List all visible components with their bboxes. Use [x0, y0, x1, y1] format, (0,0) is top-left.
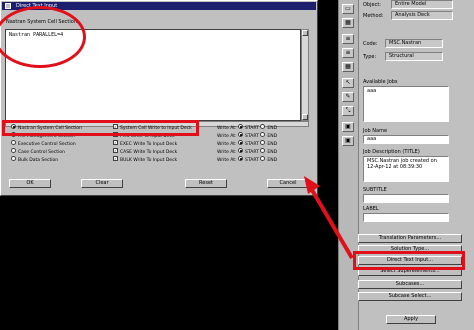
radio-label: Executive Control Section	[18, 142, 76, 147]
pencil-tool-icon[interactable]: ✎	[342, 92, 354, 102]
radio-off-icon	[11, 140, 16, 145]
scroll-down-arrow-icon[interactable]	[302, 114, 308, 120]
start-radio-icon[interactable]	[238, 140, 244, 145]
end-radio-icon[interactable]	[260, 132, 266, 137]
type-field[interactable]: Structural	[385, 52, 443, 61]
end-label: END	[267, 126, 278, 131]
write-at-label: Write At:	[217, 150, 237, 155]
select-tool-icon[interactable]: ▭	[342, 4, 354, 14]
checkbox-icon: ✓	[113, 148, 118, 153]
write-at-row: Write At: START END	[217, 156, 278, 165]
checkbox-icon: ✓	[113, 156, 118, 161]
scroll-up-arrow-icon[interactable]	[302, 30, 308, 36]
radio-off-icon	[11, 148, 16, 153]
end-label: END	[267, 142, 278, 147]
vertical-scrollbar[interactable]	[301, 29, 309, 121]
list-tool-icon[interactable]: ≡	[342, 48, 354, 58]
checkbox-label: EXEC Write To Input Deck	[120, 142, 178, 147]
label-input[interactable]	[363, 213, 449, 222]
check-exec-write[interactable]: ✓ EXEC Write To Input Deck	[113, 140, 178, 149]
cursor-tool-icon[interactable]: ⤡	[342, 106, 354, 116]
radio-executive-control[interactable]: Executive Control Section	[11, 140, 76, 149]
method-select[interactable]: Analysis Deck	[391, 11, 453, 20]
label-label: LABEL	[363, 206, 379, 212]
start-radio-icon[interactable]	[238, 148, 244, 153]
radio-bulk-data[interactable]: Bulk Data Section	[11, 156, 59, 165]
list-tool-icon[interactable]: ≡	[342, 34, 354, 44]
start-radio-icon[interactable]	[238, 156, 244, 161]
end-radio-icon[interactable]	[260, 140, 266, 145]
write-at-label: Write At:	[217, 134, 237, 139]
start-radio-icon[interactable]	[238, 132, 244, 137]
end-radio-icon[interactable]	[260, 148, 266, 153]
checkbox-icon: ✓	[113, 140, 118, 145]
subtitle-input[interactable]	[363, 194, 449, 203]
write-at-row: Write At: START END	[217, 124, 278, 133]
radio-label: Case Control Section	[18, 150, 65, 155]
start-label: START	[245, 150, 259, 155]
radio-off-icon	[11, 156, 16, 161]
job-description-input[interactable]: MSC.Nastran job created on 12-Apr-12 at …	[363, 156, 449, 182]
ok-button[interactable]: OK	[9, 179, 51, 188]
available-jobs-list[interactable]: aaa	[363, 86, 449, 122]
end-label: END	[267, 134, 278, 139]
start-label: START	[245, 142, 259, 147]
subcase-select-button[interactable]: Subcase Select...	[358, 292, 462, 301]
subtitle-label: SUBTITLE	[363, 187, 387, 193]
start-label: START	[245, 126, 259, 131]
code-field[interactable]: MSC.Nastran	[385, 39, 443, 48]
write-at-row: Write At: START END	[217, 148, 278, 157]
pointer-tool-icon[interactable]: ↖	[342, 78, 354, 88]
grid-tool-icon[interactable]: ▦	[342, 62, 354, 72]
end-label: END	[267, 150, 278, 155]
write-at-label: Write At:	[217, 126, 237, 131]
start-label: START	[245, 158, 259, 163]
write-at-row: Write At: START END	[217, 140, 278, 149]
highlight-direct-text-rect	[353, 251, 465, 270]
end-radio-icon[interactable]	[260, 156, 266, 161]
side-toolstrip: ▭ ▦ ≡ ≡ ▦ ↖ ✎ ⤡ ▣ ▣	[339, 0, 359, 330]
subcases-button[interactable]: Subcases...	[358, 280, 462, 289]
type-label: Type:	[363, 54, 377, 60]
job-name-label: Job Name	[363, 128, 388, 134]
checkbox-label: BULK Write To Input Deck	[120, 158, 178, 163]
highlight-options-rect	[2, 120, 199, 136]
write-at-row: Write At: START END	[217, 132, 278, 141]
check-case-write[interactable]: ✓ CASE Write To Input Deck	[113, 148, 178, 157]
checkbox-label: CASE Write To Input Deck	[120, 150, 178, 155]
list-item[interactable]: aaa	[367, 88, 445, 94]
write-at-label: Write At:	[217, 158, 237, 163]
job-name-input[interactable]: aaa	[363, 135, 449, 144]
object-label: Object:	[363, 2, 381, 8]
clear-button[interactable]: Clear	[81, 179, 123, 188]
start-label: START	[245, 134, 259, 139]
cancel-button[interactable]: Cancel	[267, 179, 309, 188]
radio-label: Bulk Data Section	[18, 158, 59, 163]
start-radio-icon[interactable]	[238, 124, 244, 129]
check-bulk-write[interactable]: ✓ BULK Write To Input Deck	[113, 156, 178, 165]
object-select[interactable]: Entire Model	[391, 0, 453, 9]
end-radio-icon[interactable]	[260, 124, 266, 129]
code-label: Code:	[363, 41, 378, 47]
window-menu-icon[interactable]	[5, 3, 11, 9]
available-jobs-label: Available Jobs	[363, 79, 398, 85]
end-label: END	[267, 158, 278, 163]
grid-tool-icon[interactable]: ▦	[342, 18, 354, 28]
box-tool-icon[interactable]: ▣	[342, 136, 354, 146]
reset-button[interactable]: Reset	[185, 179, 227, 188]
write-at-label: Write At:	[217, 142, 237, 147]
radio-case-control[interactable]: Case Control Section	[11, 148, 65, 157]
box-tool-icon[interactable]: ▣	[342, 122, 354, 132]
method-label: Method:	[363, 13, 384, 19]
job-description-label: Job Description (TITLE)	[363, 149, 420, 155]
apply-button[interactable]: Apply	[386, 315, 436, 324]
translation-parameters-button[interactable]: Translation Parameters...	[358, 234, 462, 243]
